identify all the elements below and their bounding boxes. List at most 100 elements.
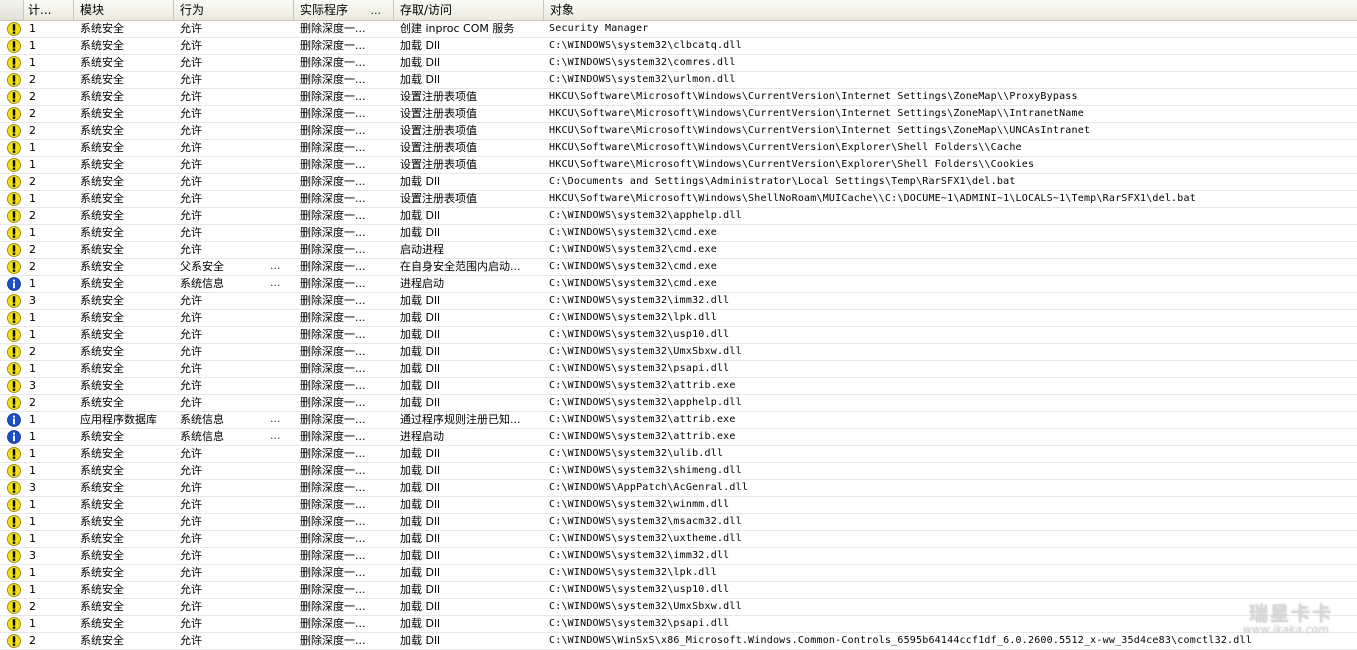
row-access: 设置注册表项值 — [400, 158, 477, 171]
row-module: 系统安全 — [80, 600, 124, 613]
row-access: 加载 Dll — [400, 498, 441, 511]
row-object: HKCU\Software\Microsoft\Windows\CurrentV… — [549, 125, 1091, 136]
table-row[interactable]: 2 系统安全 允许 删除深度一... 加载 Dll C:\WINDOWS\system32… — [0, 72, 1357, 89]
table-row[interactable]: 1 系统安全 允许 删除深度一... 加载 Dll C:\WINDOWS\system32… — [0, 565, 1357, 582]
table-row[interactable]: 1 系统安全 允许 删除深度一... 加载 Dll C:\WINDOWS\system32… — [0, 361, 1357, 378]
table-row[interactable]: 2 系统安全 允许 删除深度一... 加载 Dll C:\WINDOWS\system32… — [0, 599, 1357, 616]
row-count: 1 — [29, 566, 36, 579]
table-row[interactable]: 1 系统安全 允许 删除深度一... 加载 Dll C:\WINDOWS\system32… — [0, 310, 1357, 327]
row-action: 允许 — [180, 73, 202, 86]
table-row[interactable]: 3 系统安全 允许 删除深度一... 加载 Dll C:\WINDOWS\system32… — [0, 293, 1357, 310]
row-count: 2 — [29, 634, 36, 647]
row-module: 系统安全 — [80, 379, 124, 392]
row-module: 系统安全 — [80, 532, 124, 545]
row-program: 删除深度一... — [300, 90, 366, 103]
table-row[interactable]: 1 系统安全 允许 删除深度一... 加载 Dll C:\WINDOWS\system32… — [0, 582, 1357, 599]
row-module: 系统安全 — [80, 209, 124, 222]
row-object: HKCU\Software\Microsoft\Windows\CurrentV… — [549, 108, 1084, 119]
row-object: C:\WINDOWS\system32\uxtheme.dll — [549, 533, 742, 544]
row-access: 加载 Dll — [400, 600, 441, 613]
row-action: 允许 — [180, 362, 202, 375]
row-count: 3 — [29, 481, 36, 494]
table-row[interactable]: 2 系统安全 允许 删除深度一... 加载 Dll C:\WINDOWS\WinSxS\x… — [0, 633, 1357, 650]
table-row[interactable]: 1 系统安全 允许 删除深度一... 加载 Dll C:\WINDOWS\system32… — [0, 616, 1357, 633]
table-row[interactable]: 1 系统安全 允许 删除深度一... 加载 Dll C:\WINDOWS\system32… — [0, 446, 1357, 463]
row-action: 允许 — [180, 124, 202, 137]
column-header-icon[interactable] — [0, 0, 24, 20]
row-action-overflow: ... — [270, 429, 281, 442]
table-row[interactable]: 2 系统安全 允许 删除深度一... 加载 Dll C:\WINDOWS\system32… — [0, 395, 1357, 412]
row-access: 设置注册表项值 — [400, 192, 477, 205]
column-header-object[interactable]: 对象 — [544, 0, 1357, 20]
table-row[interactable]: 3 系统安全 允许 删除深度一... 加载 Dll C:\WINDOWS\system32… — [0, 378, 1357, 395]
row-module: 系统安全 — [80, 464, 124, 477]
table-row[interactable]: 2 系统安全 允许 删除深度一... 加载 Dll C:\WINDOWS\system32… — [0, 344, 1357, 361]
table-row[interactable]: 1 系统安全 系统信息... 删除深度一... 进程启动 C:\WINDOWS\syste… — [0, 276, 1357, 293]
row-access: 加载 Dll — [400, 311, 441, 324]
table-row[interactable]: 2 系统安全 允许 删除深度一... 启动进程 C:\WINDOWS\system32\c… — [0, 242, 1357, 259]
row-count: 2 — [29, 345, 36, 358]
table-row[interactable]: 1 系统安全 允许 删除深度一... 设置注册表项值 HKCU\Software\Micr… — [0, 157, 1357, 174]
warning-icon — [7, 634, 23, 649]
row-module: 系统安全 — [80, 73, 124, 86]
row-count: 2 — [29, 175, 36, 188]
row-count: 2 — [29, 90, 36, 103]
table-row[interactable]: 2 系统安全 允许 删除深度一... 设置注册表项值 HKCU\Software\Micr… — [0, 123, 1357, 140]
column-header-access[interactable]: 存取/访问 — [394, 0, 544, 20]
table-row[interactable]: 2 系统安全 允许 删除深度一... 设置注册表项值 HKCU\Software\Micr… — [0, 89, 1357, 106]
row-action: 允许 — [180, 175, 202, 188]
table-row[interactable]: 1 系统安全 允许 删除深度一... 加载 Dll C:\WINDOWS\system32… — [0, 225, 1357, 242]
event-log-table: 计... 模块 行为 实际程序... 存取/访问 对象 1 系统安全 允许 删除深度一… — [0, 0, 1357, 650]
table-row[interactable]: 1 系统安全 允许 删除深度一... 加载 Dll C:\WINDOWS\system32… — [0, 38, 1357, 55]
table-row[interactable]: 1 系统安全 允许 删除深度一... 加载 Dll C:\WINDOWS\system32… — [0, 497, 1357, 514]
column-header-access-label: 存取/访问 — [400, 3, 453, 17]
info-icon — [7, 413, 23, 428]
row-module: 系统安全 — [80, 311, 124, 324]
column-header-program[interactable]: 实际程序... — [294, 0, 394, 20]
table-row[interactable]: 1 系统安全 允许 删除深度一... 设置注册表项值 HKCU\Software\Micr… — [0, 191, 1357, 208]
table-row[interactable]: 2 系统安全 父系安全... 删除深度一... 在自身安全范围内启动... C:\WIND… — [0, 259, 1357, 276]
table-row[interactable]: 1 系统安全 允许 删除深度一... 加载 Dll C:\WINDOWS\system32… — [0, 327, 1357, 344]
column-header-action-label: 行为 — [180, 3, 205, 17]
row-action-overflow: ... — [270, 412, 281, 425]
row-count: 2 — [29, 600, 36, 613]
row-object: C:\WINDOWS\system32\usp10.dll — [549, 329, 730, 340]
row-program: 删除深度一... — [300, 124, 366, 137]
table-row[interactable]: 2 系统安全 允许 删除深度一... 设置注册表项值 HKCU\Software\Micr… — [0, 106, 1357, 123]
row-count: 1 — [29, 447, 36, 460]
table-row[interactable]: 2 系统安全 允许 删除深度一... 加载 Dll C:\Documents and Se… — [0, 174, 1357, 191]
row-object: C:\WINDOWS\system32\psapi.dll — [549, 363, 730, 374]
warning-icon — [7, 294, 23, 309]
table-row[interactable]: 1 系统安全 允许 删除深度一... 创建 inproc COM 服务 Security … — [0, 21, 1357, 38]
table-row[interactable]: 1 系统安全 系统信息... 删除深度一... 进程启动 C:\WINDOWS\syste… — [0, 429, 1357, 446]
table-row[interactable]: 2 系统安全 允许 删除深度一... 加载 Dll C:\WINDOWS\system32… — [0, 208, 1357, 225]
column-header-count-label: 计... — [28, 3, 52, 17]
column-header-object-label: 对象 — [550, 3, 575, 17]
row-object: C:\WINDOWS\system32\ulib.dll — [549, 448, 724, 459]
table-row[interactable]: 3 系统安全 允许 删除深度一... 加载 Dll C:\WINDOWS\system32… — [0, 548, 1357, 565]
warning-icon — [7, 39, 23, 54]
row-action: 允许 — [180, 311, 202, 324]
row-module: 应用程序数据库 — [80, 413, 157, 426]
table-row[interactable]: 1 系统安全 允许 删除深度一... 加载 Dll C:\WINDOWS\system32… — [0, 514, 1357, 531]
table-row[interactable]: 1 系统安全 允许 删除深度一... 加载 Dll C:\WINDOWS\system32… — [0, 463, 1357, 480]
row-access: 加载 Dll — [400, 328, 441, 341]
row-program: 删除深度一... — [300, 362, 366, 375]
table-row[interactable]: 1 系统安全 允许 删除深度一... 加载 Dll C:\WINDOWS\system32… — [0, 531, 1357, 548]
table-row[interactable]: 1 系统安全 允许 删除深度一... 设置注册表项值 HKCU\Software\Micr… — [0, 140, 1357, 157]
column-header-module[interactable]: 模块 — [74, 0, 174, 20]
row-access: 加载 Dll — [400, 73, 441, 86]
row-program: 删除深度一... — [300, 175, 366, 188]
row-access: 加载 Dll — [400, 515, 441, 528]
row-action: 允许 — [180, 617, 202, 630]
column-header-count[interactable]: 计... — [24, 0, 74, 20]
table-row[interactable]: 1 系统安全 允许 删除深度一... 加载 Dll C:\WINDOWS\system32… — [0, 55, 1357, 72]
table-row[interactable]: 3 系统安全 允许 删除深度一... 加载 Dll C:\WINDOWS\AppPatch… — [0, 480, 1357, 497]
row-object: C:\WINDOWS\system32\shimeng.dll — [549, 465, 742, 476]
row-access: 加载 Dll — [400, 226, 441, 239]
table-row[interactable]: 1 应用程序数据库 系统信息... 删除深度一... 通过程序规则注册已知... C:\W… — [0, 412, 1357, 429]
row-access: 加载 Dll — [400, 56, 441, 69]
row-access: 加载 Dll — [400, 379, 441, 392]
warning-icon — [7, 498, 23, 513]
column-header-action[interactable]: 行为 — [174, 0, 294, 20]
